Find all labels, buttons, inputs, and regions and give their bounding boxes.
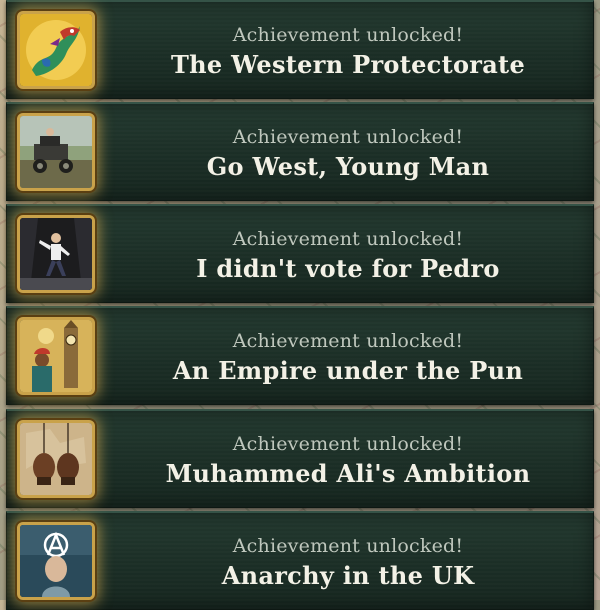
boxing-gloves-icon (20, 423, 92, 495)
achievement-title: The Western Protectorate (170, 50, 526, 79)
achievement-subtitle: Achievement unlocked! (232, 535, 464, 557)
achievement-subtitle: Achievement unlocked! (232, 126, 464, 148)
achievement-text: Achievement unlocked! Go West, Young Man (103, 104, 593, 200)
big-ben-icon (20, 320, 92, 392)
achievement-image-frame (17, 420, 95, 498)
achievement-text: Achievement unlocked! Anarchy in the UK (103, 513, 593, 609)
achievement-image-frame (17, 317, 95, 395)
achievement-text: Achievement unlocked! I didn't vote for … (103, 206, 593, 302)
achievement-subtitle: Achievement unlocked! (232, 24, 464, 46)
achievement-subtitle: Achievement unlocked! (232, 433, 464, 455)
achievement-image-frame (17, 215, 95, 293)
dragon-icon (20, 14, 92, 86)
vintage-car-icon (20, 116, 92, 188)
achievement-text: Achievement unlocked! The Western Protec… (103, 2, 593, 98)
queen-anarchy-icon (20, 525, 92, 597)
achievement-toast[interactable]: Achievement unlocked! The Western Protec… (6, 0, 594, 99)
achievement-image-frame (17, 113, 95, 191)
achievement-toast[interactable]: Achievement unlocked! Go West, Young Man (6, 102, 594, 201)
achievement-subtitle: Achievement unlocked! (232, 330, 464, 352)
achievement-text: Achievement unlocked! Muhammed Ali's Amb… (103, 411, 593, 507)
achievement-toast[interactable]: Achievement unlocked! An Empire under th… (6, 306, 594, 405)
achievement-image-frame (17, 522, 95, 600)
achievement-title: Anarchy in the UK (221, 561, 475, 590)
achievement-toast[interactable]: Achievement unlocked! I didn't vote for … (6, 204, 594, 303)
achievement-toast[interactable]: Achievement unlocked! Anarchy in the UK (6, 511, 594, 610)
achievement-text: Achievement unlocked! An Empire under th… (103, 308, 593, 404)
achievement-title: An Empire under the Pun (172, 356, 524, 385)
achievement-title: Muhammed Ali's Ambition (165, 459, 531, 488)
achievement-subtitle: Achievement unlocked! (232, 228, 464, 250)
achievement-toast[interactable]: Achievement unlocked! Muhammed Ali's Amb… (6, 409, 594, 508)
achievement-title: I didn't vote for Pedro (196, 254, 500, 283)
achievement-title: Go West, Young Man (206, 152, 490, 181)
achievement-image-frame (17, 11, 95, 89)
dancer-icon (20, 218, 92, 290)
